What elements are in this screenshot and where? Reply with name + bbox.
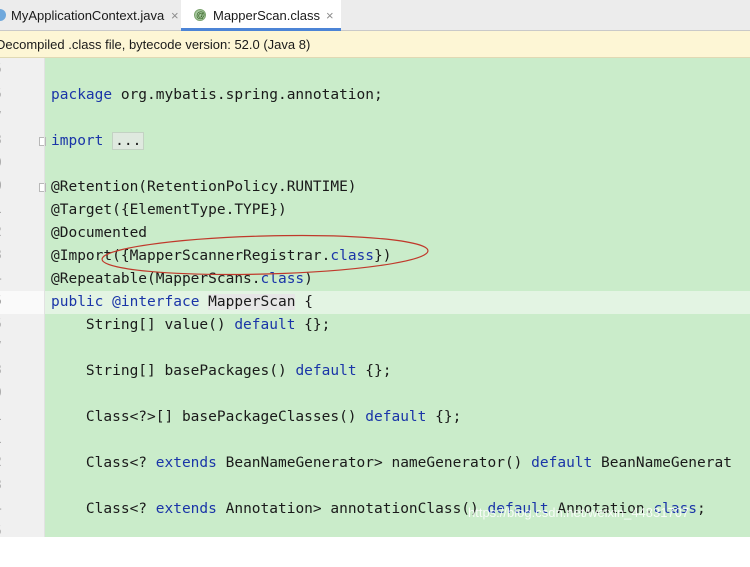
line-number: 9 [0,382,8,405]
line-number: 5 [0,520,8,543]
close-icon[interactable]: × [171,0,179,31]
code-text: @Retention(RetentionPolicy.RUNTIME) [51,179,357,195]
code-line: Class<?>[] basePackageClasses() default … [45,406,750,429]
code-text: Class<?>[] basePackageClasses() [51,409,366,425]
code-area[interactable]: package org.mybatis.spring.annotation; i… [45,58,750,537]
code-text: @Repeatable(MapperScans. [51,271,261,287]
line-number: 5 [0,58,8,81]
code-text: {}; [295,317,331,333]
line-number: 1 [0,405,8,428]
code-text: org.mybatis.spring.annotation; [112,87,383,103]
editor-tab-bar: MyApplicationContext.java × MapperScan.c… [0,0,750,31]
notice-text: Decompiled .class file, bytecode version… [0,37,311,52]
tab-myapplicationcontext[interactable]: MyApplicationContext.java × [0,0,180,31]
annotation-class-icon [194,0,206,31]
line-number: 0 [0,175,8,198]
close-icon[interactable]: × [326,0,334,31]
code-line-current: public @interface MapperScan { [45,291,750,314]
line-number: 1 [0,428,8,451]
keyword: extends [155,501,217,517]
line-number: 3 [0,129,8,152]
java-class-icon [0,9,6,21]
code-line: @Target({ElementType.TYPE}) [45,199,750,222]
code-line: @Retention(RetentionPolicy.RUNTIME) [45,176,750,199]
line-number: 3 [0,244,8,267]
keyword: public [51,294,104,310]
tab-label: MyApplicationContext.java [11,8,165,23]
code-text: Class<? [51,501,156,517]
code-text: ) [304,271,313,287]
tab-label: MapperScan.class [213,8,320,23]
code-text: String[] basePackages() [51,363,296,379]
code-line: String[] value() default {}; [45,314,750,337]
code-text: {}; [356,363,392,379]
keyword: default [295,363,357,379]
code-text: Class<? [51,455,156,471]
keyword: default [234,317,296,333]
line-number: 2 [0,221,8,244]
code-text: String[] value() [51,317,235,333]
keyword: default [531,455,593,471]
identifier-highlight: MapperScan [208,294,296,310]
code-text: BeanNameGenerator> nameGenerator() [216,455,532,471]
line-number: 5 [0,83,8,106]
line-number: 1 [0,198,8,221]
code-text: @Import({MapperScannerRegistrar. [51,248,331,264]
code-line: @Repeatable(MapperScans.class) [45,268,750,291]
line-number: 7 [0,106,8,129]
keyword: class [260,271,305,287]
line-number: 5 [0,313,8,336]
code-text: BeanNameGenerat [592,455,732,471]
code-text: @Target({ElementType.TYPE}) [51,202,287,218]
line-number: 5 [0,290,8,313]
watermark-text: https://blog.csdn.net/weixin_44831707 [468,505,690,520]
keyword: @interface [112,294,200,310]
line-number: 4 [0,267,8,290]
line-number: 7 [0,336,8,359]
code-text: { [295,294,313,310]
keyword: extends [155,455,217,471]
keyword: package [51,87,113,103]
code-editor[interactable]: 5 5 7 3 9 0 1 2 3 4 5 5 7 3 9 1 1 2 3 4 … [0,58,750,539]
keyword: import [51,133,104,149]
line-number-gutter: 5 5 7 3 9 0 1 2 3 4 5 5 7 3 9 1 1 2 3 4 … [0,58,46,539]
code-text: }) [374,248,392,264]
code-line: @Import({MapperScannerRegistrar.class}) [45,245,750,268]
line-number: 9 [0,152,8,175]
code-line: Class<? extends BeanNameGenerator> nameG… [45,452,750,475]
keyword: class [330,248,375,264]
code-text: {}; [426,409,462,425]
code-text: @Documented [51,225,148,241]
code-text: Annotation> annotationClass() [216,501,488,517]
code-line: package org.mybatis.spring.annotation; [45,84,750,107]
code-line: @Documented [45,222,750,245]
line-number: 3 [0,359,8,382]
decompiled-notice-bar: Decompiled .class file, bytecode version… [0,31,750,58]
line-number: 3 [0,474,8,497]
folded-imports[interactable]: ... [112,132,145,150]
tab-mapperscan[interactable]: MapperScan.class × [181,0,341,31]
code-line: String[] basePackages() default {}; [45,360,750,383]
code-line: import ... [45,130,750,153]
line-number: 2 [0,451,8,474]
code-text: ; [697,501,706,517]
line-number: 4 [0,497,8,520]
keyword: default [365,409,427,425]
